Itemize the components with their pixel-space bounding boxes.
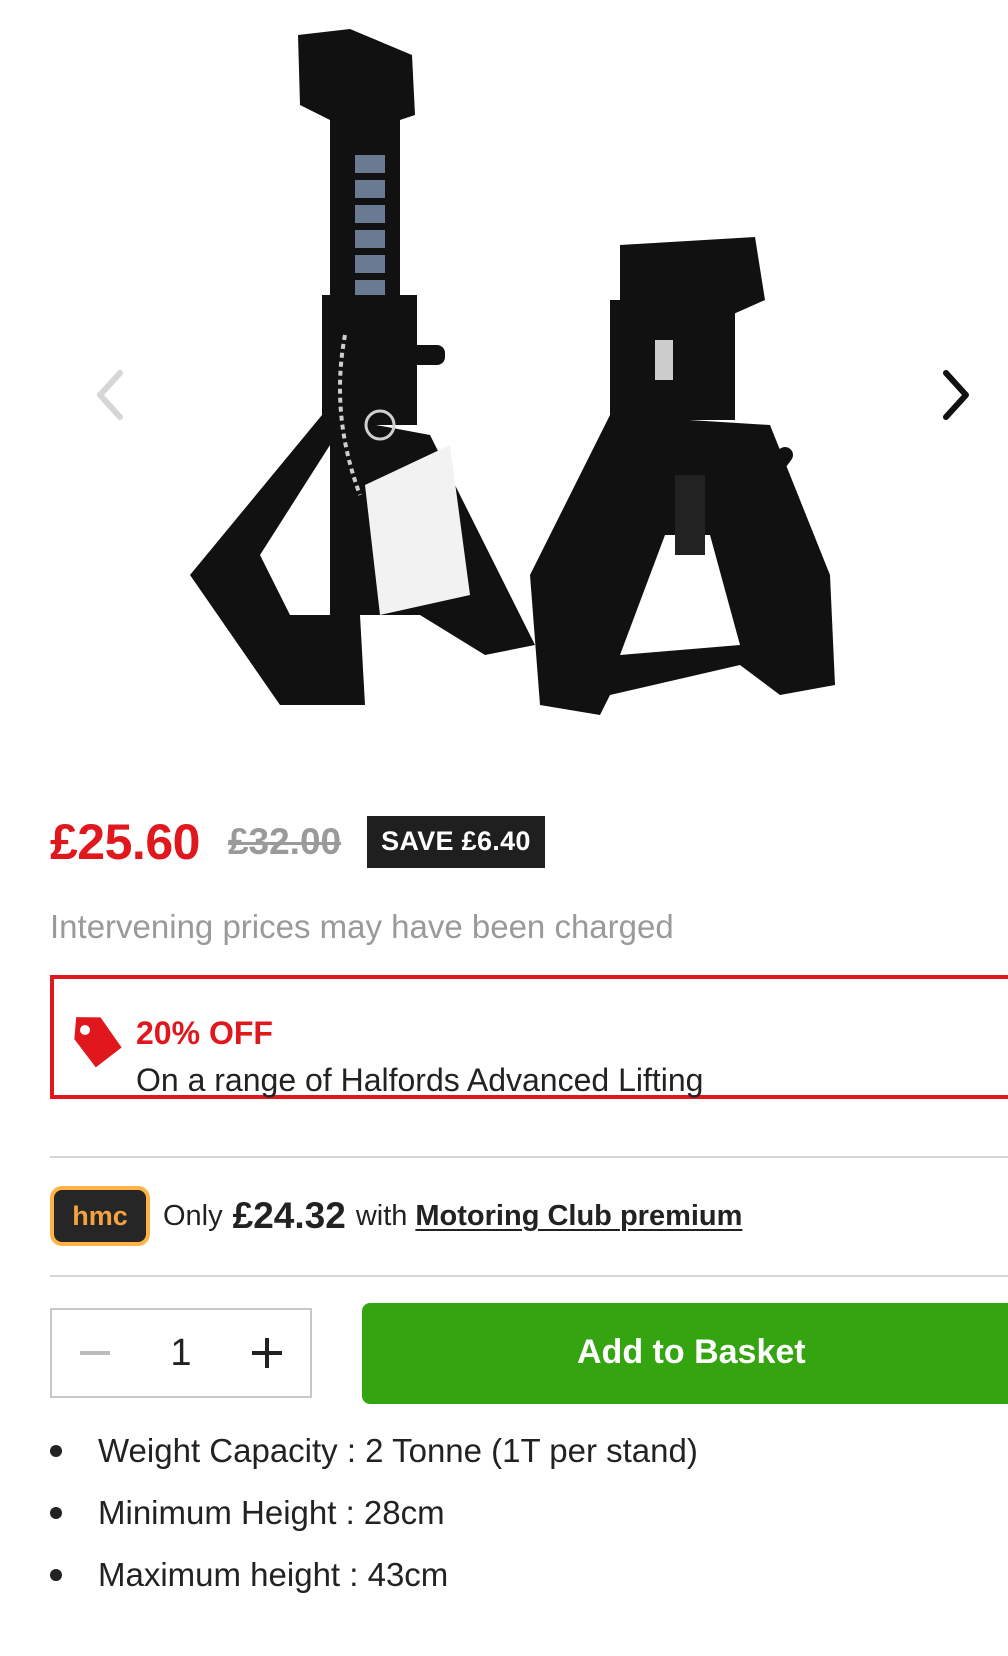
price-note: Intervening prices may have been charged — [50, 908, 674, 945]
add-to-basket-button[interactable]: Add to Basket — [362, 1303, 1008, 1404]
axle-stand-left — [190, 29, 535, 705]
was-price: £32.00 — [227, 821, 342, 862]
quantity-value[interactable]: 1 — [138, 1332, 224, 1375]
product-image[interactable] — [180, 15, 900, 760]
axle-stand-right — [530, 237, 835, 715]
hmc-logo: hmc — [50, 1186, 150, 1246]
gallery-next-button[interactable] — [926, 360, 986, 430]
spec-item: Maximum height : 43cm — [50, 1544, 698, 1606]
chevron-right-icon — [943, 370, 969, 420]
product-gallery — [0, 0, 1008, 780]
chevron-left-icon — [97, 370, 123, 420]
offer-banner[interactable]: 20% OFF On a range of Halfords Advanced … — [50, 975, 1008, 1099]
member-price-row: hmc Only £24.32 with Motoring Club premi… — [50, 1184, 742, 1248]
price-tag-icon — [74, 1017, 122, 1068]
plus-icon — [252, 1338, 282, 1368]
spec-item: Weight Capacity : 2 Tonne (1T per stand) — [50, 1420, 698, 1482]
offer-title: 20% OFF — [136, 1015, 273, 1051]
quantity-increase-button[interactable] — [224, 1310, 310, 1396]
bullet-icon — [50, 1507, 62, 1519]
quantity-decrease-button[interactable] — [52, 1310, 138, 1396]
price-row: £25.60 £32.00 SAVE £6.40 — [50, 812, 545, 872]
quantity-stepper: 1 — [50, 1308, 312, 1398]
add-to-basket-label: Add to Basket — [577, 1333, 806, 1371]
minus-icon — [80, 1351, 110, 1355]
current-price: £25.60 — [50, 814, 200, 870]
member-price-with: with — [355, 1199, 408, 1232]
divider — [50, 1156, 1008, 1158]
motoring-club-link[interactable]: Motoring Club premium — [415, 1200, 742, 1233]
save-badge: SAVE £6.40 — [367, 816, 545, 868]
member-price-prefix: Only — [163, 1199, 223, 1232]
bullet-icon — [50, 1445, 62, 1457]
bullet-icon — [50, 1569, 62, 1581]
member-price: £24.32 — [232, 1195, 346, 1236]
spec-item: Minimum Height : 28cm — [50, 1482, 698, 1544]
divider — [50, 1275, 1008, 1277]
gallery-prev-button[interactable] — [80, 360, 140, 430]
product-specs-list: Weight Capacity : 2 Tonne (1T per stand)… — [50, 1420, 698, 1606]
offer-description: On a range of Halfords Advanced Lifting — [136, 1062, 704, 1098]
